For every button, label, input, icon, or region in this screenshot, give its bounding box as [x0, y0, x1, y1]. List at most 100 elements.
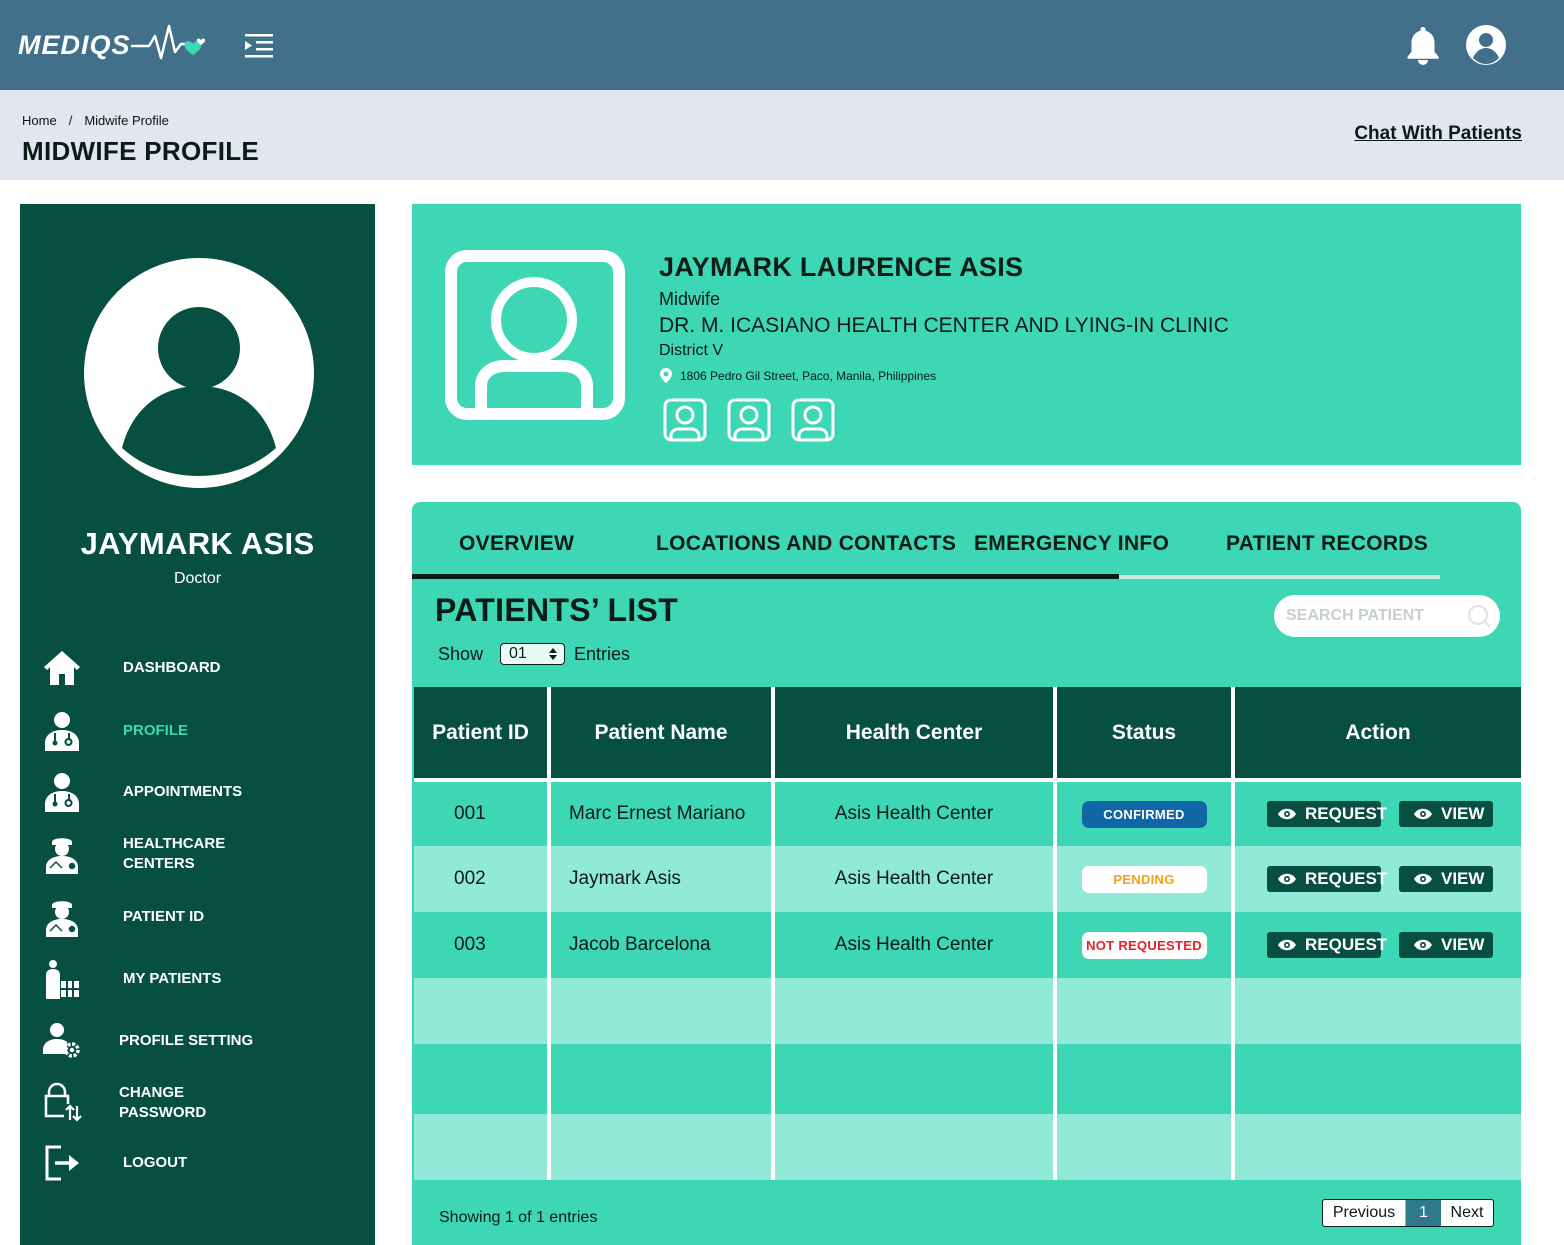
action-cell: REQUEST VIEW [1231, 912, 1521, 978]
sidebar-item-my-patients[interactable]: MY PATIENTS [40, 957, 221, 1001]
status-cell: PENDING [1053, 846, 1235, 912]
eye-icon [1278, 808, 1296, 820]
show-label: Show [438, 643, 484, 664]
view-label: VIEW [1441, 935, 1485, 954]
profile-name: JAYMARK LAURENCE ASIS [659, 252, 1024, 282]
logo-text: MEDIQS [18, 29, 131, 60]
pagination: Previous 1 Next [1322, 1199, 1494, 1227]
user-avatar-icon [122, 307, 276, 476]
view-button[interactable]: VIEW [1399, 801, 1493, 827]
showing-entries-text: Showing 1 of 1 entries [439, 1209, 598, 1226]
sidebar-item-dashboard[interactable]: DASHBOARD [40, 646, 221, 690]
app-logo[interactable]: MEDIQS [18, 22, 211, 68]
user-account-icon[interactable] [1465, 24, 1507, 66]
profile-photo [445, 250, 625, 420]
sidebar: JAYMARK ASIS Doctor DASHBOARD PROFILE AP… [20, 204, 375, 1245]
action-cell: REQUEST VIEW [1231, 780, 1521, 846]
status-badge: NOT REQUESTED [1081, 931, 1207, 959]
tab-underline [1119, 575, 1440, 579]
eye-icon [1414, 873, 1432, 885]
sidebar-user-name: JAYMARK ASIS [80, 526, 315, 561]
sidebar-item-label: DASHBOARD [123, 659, 221, 676]
user-gear-icon [40, 1019, 84, 1063]
view-label: VIEW [1441, 869, 1485, 888]
profile-tabs: OVERVIEW LOCATIONS AND CONTACTS EMERGENC… [412, 502, 1521, 580]
breadcrumb-separator: / [68, 113, 73, 128]
address-text: 1806 Pedro Gil Street, Paco, Manila, Phi… [680, 368, 937, 383]
view-button[interactable]: VIEW [1399, 866, 1493, 892]
profile-health-center: DR. M. ICASIANO HEALTH CENTER AND LYING-… [659, 314, 1229, 337]
search-icon[interactable] [1467, 604, 1491, 628]
search-patient-input[interactable] [1286, 607, 1456, 625]
breadcrumb-current: Midwife Profile [84, 113, 169, 128]
column-header-patient-name: Patient Name [547, 687, 775, 782]
sidebar-item-healthcare-centers[interactable]: HEALTHCARE CENTERS [40, 832, 225, 876]
nurse-icon [40, 832, 84, 876]
breadcrumb-home[interactable]: Home [22, 113, 57, 128]
tab-overview[interactable]: OVERVIEW [459, 532, 574, 556]
patient-id-cell: 001 [414, 780, 551, 846]
tab-underline-active [412, 574, 1119, 579]
profile-social-links [663, 398, 835, 442]
action-cell: REQUEST VIEW [1231, 846, 1521, 912]
eye-icon [1278, 939, 1296, 951]
patients-list-title: PATIENTS’ LIST [435, 592, 679, 628]
patient-name-cell: Jacob Barcelona [547, 912, 775, 978]
contact-profile-icon[interactable] [663, 398, 707, 442]
sidebar-item-label: PROFILE SETTING [119, 1032, 254, 1049]
sidebar-item-change-password[interactable]: CHANGE PASSWORD [40, 1080, 206, 1124]
user-photo-placeholder-icon [475, 277, 593, 408]
health-center-cell: Asis Health Center [771, 912, 1057, 978]
table-row-empty [414, 1114, 1521, 1180]
request-button[interactable]: REQUEST [1267, 866, 1387, 892]
tab-emergency-info[interactable]: EMERGENCY INFO [974, 532, 1169, 556]
sidebar-item-label: PATIENT ID [123, 908, 205, 925]
chat-with-patients-link[interactable]: Chat With Patients [1354, 123, 1522, 145]
sidebar-item-logout[interactable]: LOGOUT [40, 1141, 187, 1185]
pagination-page-button[interactable]: 1 [1406, 1200, 1441, 1226]
table-row: 001 Marc Ernest Mariano Asis Health Cent… [414, 780, 1521, 846]
profile-district: District V [659, 342, 723, 359]
tab-locations-and-contacts[interactable]: LOCATIONS AND CONTACTS [656, 532, 956, 556]
search-patient-box[interactable] [1274, 595, 1500, 637]
pagination-next-button[interactable]: Next [1441, 1200, 1493, 1226]
sidebar-item-profile-setting[interactable]: PROFILE SETTING [40, 1019, 253, 1063]
view-label: VIEW [1441, 804, 1485, 823]
profile-role: Midwife [659, 289, 721, 309]
pagination-previous-button[interactable]: Previous [1323, 1200, 1406, 1226]
notification-bell-icon[interactable] [1404, 24, 1442, 66]
home-icon [40, 646, 84, 690]
sidebar-item-label: HEALTHCARE CENTERS [123, 835, 226, 872]
table-row: 003 Jacob Barcelona Asis Health Center N… [414, 912, 1521, 978]
status-badge: CONFIRMED [1081, 800, 1207, 828]
view-button[interactable]: VIEW [1399, 932, 1493, 958]
records-panel: OVERVIEW LOCATIONS AND CONTACTS EMERGENC… [412, 502, 1521, 1245]
status-badge: PENDING [1081, 865, 1207, 893]
column-header-health-center: Health Center [771, 687, 1057, 782]
sidebar-item-patient-id[interactable]: PATIENT ID [40, 895, 204, 939]
entries-control: Show 01 Entries [438, 643, 630, 665]
request-label: REQUEST [1305, 935, 1388, 954]
table-header-row: Patient ID Patient Name Health Center St… [414, 687, 1521, 782]
page-title: MIDWIFE PROFILE [22, 136, 260, 166]
menu-toggle-icon[interactable] [243, 32, 275, 60]
sidebar-user-role: Doctor [173, 570, 222, 587]
entries-label: Entries [574, 643, 631, 664]
table-row-empty [414, 978, 1521, 1044]
sidebar-item-profile[interactable]: PROFILE [40, 709, 188, 753]
entries-select[interactable]: 01 [500, 643, 566, 665]
sidebar-item-appointments[interactable]: APPOINTMENTS [40, 770, 242, 814]
select-arrows-icon [549, 648, 558, 660]
patient-name-cell: Marc Ernest Mariano [547, 780, 775, 846]
sidebar-item-label: CHANGE PASSWORD [119, 1084, 207, 1121]
patients-icon [40, 957, 84, 1001]
request-button[interactable]: REQUEST [1267, 932, 1387, 958]
tab-patient-records[interactable]: PATIENT RECORDS [1226, 532, 1428, 556]
doctor-icon [40, 770, 84, 814]
location-pin-icon [660, 368, 672, 383]
sidebar-item-label: APPOINTMENTS [123, 783, 243, 800]
contact-profile-icon[interactable] [791, 398, 835, 442]
contact-profile-icon[interactable] [727, 398, 771, 442]
patient-id-cell: 002 [414, 846, 551, 912]
request-button[interactable]: REQUEST [1267, 801, 1387, 827]
